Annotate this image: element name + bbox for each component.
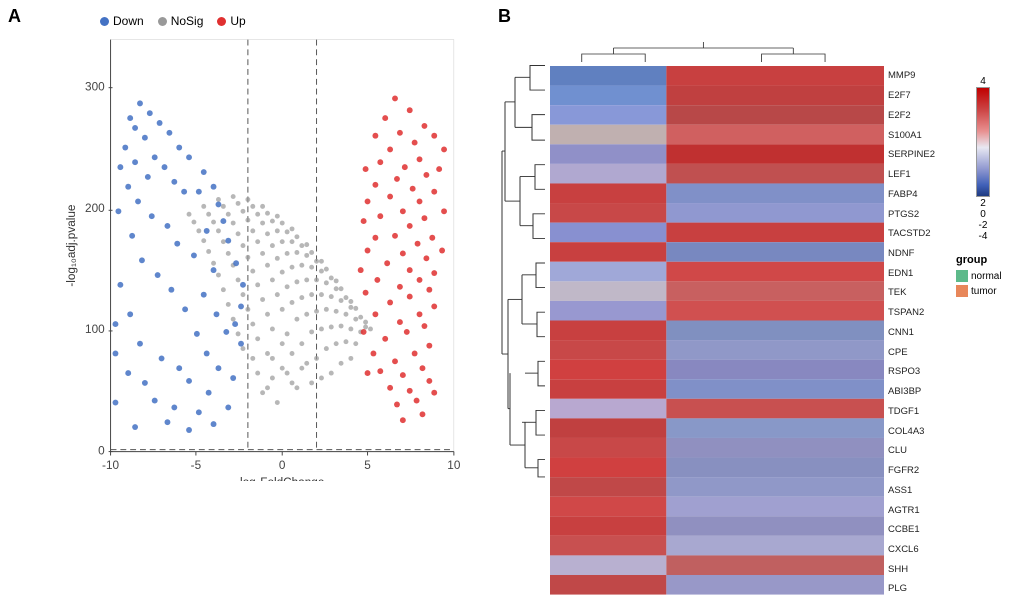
- gene-tacstd2: TACSTD2: [888, 228, 952, 239]
- gene-cnn1: CNN1: [888, 327, 952, 338]
- gene-cpe: CPE: [888, 347, 952, 358]
- normal-color-box: [956, 270, 968, 282]
- svg-text:0: 0: [98, 445, 105, 458]
- volcano-plot: 0 100 200 300 -10 -5 0 5 10: [55, 20, 480, 481]
- gene-tek: TEK: [888, 287, 952, 298]
- gene-edn1: EDN1: [888, 268, 952, 279]
- main-panel: A Down NoSig Up: [0, 0, 1020, 526]
- gene-ndnf: NDNF: [888, 248, 952, 259]
- row-dendrogram: [500, 40, 550, 486]
- svg-text:100: 100: [85, 323, 105, 336]
- gene-ptgs2: PTGS2: [888, 209, 952, 220]
- group-legend: group normal tumor: [956, 254, 1010, 297]
- panel-a-label: A: [8, 6, 21, 27]
- gene-lef1: LEF1: [888, 169, 952, 180]
- gene-plg: PLG: [888, 583, 952, 594]
- gene-clu: CLU: [888, 445, 952, 456]
- col-dendrogram-svg: [550, 40, 952, 62]
- tumor-label: tumor: [971, 286, 997, 297]
- svg-text:5: 5: [364, 459, 371, 472]
- svg-text:-log₁₀adj.pvalue: -log₁₀adj.pvalue: [65, 204, 78, 287]
- gene-shh: SHH: [888, 564, 952, 575]
- color-scale-legend: 4 2 0 -2 -4: [956, 76, 1010, 242]
- scale-max: 4: [980, 76, 986, 87]
- scale-neg2: -2: [979, 220, 988, 231]
- panel-a: A Down NoSig Up: [0, 0, 490, 526]
- gene-fabp4: FABP4: [888, 189, 952, 200]
- gene-tspan2: TSPAN2: [888, 307, 952, 318]
- col-dendrogram: [550, 40, 952, 62]
- heatmap-cells: [550, 66, 884, 599]
- gene-rspo3: RSPO3: [888, 366, 952, 377]
- svg-text:-5: -5: [191, 459, 202, 472]
- scale-2: 2: [980, 198, 986, 209]
- gene-abi3bp: ABI3BP: [888, 386, 952, 397]
- svg-text:200: 200: [85, 202, 105, 215]
- gene-agtr1: AGTR1: [888, 505, 952, 516]
- normal-label: normal: [971, 271, 1002, 282]
- gene-tdgf1: TDGF1: [888, 406, 952, 417]
- gene-e2f7: E2F7: [888, 90, 952, 101]
- scale-0: 0: [980, 209, 986, 220]
- heatmap-body: MMP9 E2F7 E2F2 S100A1 SERPINE2 LEF1 FABP…: [550, 66, 952, 599]
- heatmap-svg: [550, 66, 884, 599]
- svg-text:-10: -10: [102, 459, 119, 472]
- gene-s100a1: S100A1: [888, 130, 952, 141]
- gene-fgfr2: FGFR2: [888, 465, 952, 476]
- legend-normal: normal: [956, 270, 1010, 282]
- gene-labels: MMP9 E2F7 E2F2 S100A1 SERPINE2 LEF1 FABP…: [884, 66, 952, 599]
- panel-b: B: [490, 0, 1020, 526]
- gene-serpine2: SERPINE2: [888, 149, 952, 160]
- scale-neg4: -4: [979, 231, 988, 242]
- tumor-color-box: [956, 285, 968, 297]
- gene-ass1: ASS1: [888, 485, 952, 496]
- dendrogram-svg: [500, 40, 550, 486]
- group-legend-title: group: [956, 254, 1010, 266]
- gene-col4a3: COL4A3: [888, 426, 952, 437]
- gene-mmp9: MMP9: [888, 70, 952, 81]
- gene-e2f2: E2F2: [888, 110, 952, 121]
- gene-cxcl6: CXCL6: [888, 544, 952, 555]
- svg-text:log₂FoldChange: log₂FoldChange: [240, 476, 325, 481]
- svg-text:10: 10: [447, 459, 461, 472]
- legend-tumor: tumor: [956, 285, 1010, 297]
- svg-text:300: 300: [85, 81, 105, 94]
- color-scale-bar: [976, 87, 990, 197]
- volcano-svg: 0 100 200 300 -10 -5 0 5 10: [55, 20, 480, 481]
- panel-b-label: B: [498, 6, 511, 27]
- right-legend: 4 2 0 -2 -4 group normal tum: [952, 40, 1010, 486]
- svg-text:0: 0: [279, 459, 286, 472]
